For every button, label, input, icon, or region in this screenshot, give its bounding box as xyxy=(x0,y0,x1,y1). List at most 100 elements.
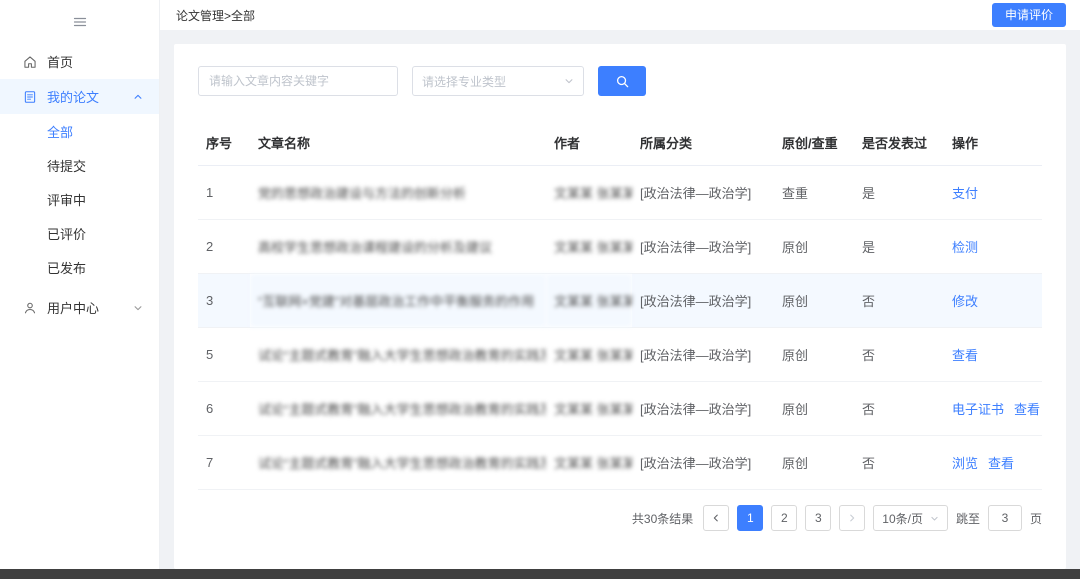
action-link-view[interactable]: 查看 xyxy=(988,456,1014,471)
page-size-value: 10条/页 xyxy=(882,511,923,526)
category-select-placeholder: 请选择专业类型 xyxy=(422,74,507,89)
action-link-edit[interactable]: 修改 xyxy=(952,294,978,309)
action-link-pay[interactable]: 支付 xyxy=(952,186,978,201)
cell-author: 文某某 张某某 xyxy=(546,273,632,328)
column-header: 操作 xyxy=(944,122,1042,166)
cell-title: 高校学生思想政治课程建设的分析及建议 xyxy=(250,219,546,274)
sidebar-item-label: 全部 xyxy=(47,124,74,140)
sidebar-item-all[interactable]: 全部 xyxy=(0,114,159,148)
pagination-next-button[interactable] xyxy=(839,505,866,531)
pagination-prev-button[interactable] xyxy=(703,505,730,531)
cell-originality: 查重 xyxy=(774,165,854,220)
apply-evaluation-button[interactable]: 申请评价 xyxy=(991,3,1066,27)
sidebar-item-label: 我的论文 xyxy=(47,90,100,105)
sidebar-item-label: 评审中 xyxy=(47,192,87,208)
cell-originality: 原创 xyxy=(774,327,854,382)
sidebar-item-label: 首页 xyxy=(47,55,74,70)
cell-actions: 修改 xyxy=(944,273,1042,328)
footer-bar xyxy=(0,569,1080,579)
sidebar-item-home[interactable]: 首页 xyxy=(0,44,159,79)
cell-originality: 原创 xyxy=(774,381,854,436)
sidebar-item-label: 待提交 xyxy=(47,158,87,174)
sidebar-item-evaluated[interactable]: 已评价 xyxy=(0,216,159,250)
cell-no: 6 xyxy=(198,381,250,436)
filter-bar: 请选择专业类型 xyxy=(198,66,1042,96)
cell-category: [政治法律—政治学] xyxy=(632,435,774,490)
main-area: 论文管理>全部 申请评价 请选择专业类型 xyxy=(160,0,1080,569)
cell-no: 7 xyxy=(198,435,250,490)
cell-no: 1 xyxy=(198,165,250,220)
cell-category: [政治法律—政治学] xyxy=(632,273,774,328)
table-row: 1 党的思想政治建设与方法的创新分析 文某某 张某某 [政治法律—政治学] 查重… xyxy=(198,165,1042,220)
sidebar-item-label: 已发布 xyxy=(47,260,87,276)
pagination-page-1[interactable]: 1 xyxy=(737,505,764,531)
papers-card: 请选择专业类型 xyxy=(174,44,1066,569)
action-link-view[interactable]: 查看 xyxy=(952,348,978,363)
cell-title: 试论“主题式教育”融入大学生思想政治教育的实践及路径 xyxy=(250,435,546,490)
cell-actions: 查看 xyxy=(944,327,1042,382)
cell-author: 文某某 张某某 xyxy=(546,435,632,490)
category-select[interactable]: 请选择专业类型 xyxy=(412,66,584,96)
action-link-detect[interactable]: 检测 xyxy=(952,240,978,255)
pagination-page-2[interactable]: 2 xyxy=(771,505,798,531)
cell-published: 否 xyxy=(854,327,944,382)
chevron-down-icon xyxy=(564,76,574,86)
action-link-browse[interactable]: 浏览 xyxy=(952,456,978,471)
action-link-certificate[interactable]: 电子证书 xyxy=(952,402,1004,417)
sidebar-item-user-center[interactable]: 用户中心 xyxy=(0,290,159,325)
cell-category: [政治法律—政治学] xyxy=(632,219,774,274)
cell-published: 是 xyxy=(854,219,944,274)
cell-no: 5 xyxy=(198,327,250,382)
user-icon xyxy=(22,300,38,316)
cell-author: 文某某 张某某 xyxy=(546,381,632,436)
cell-category: [政治法律—政治学] xyxy=(632,165,774,220)
keyword-input[interactable] xyxy=(198,66,398,96)
search-button[interactable] xyxy=(598,66,646,96)
column-header: 所属分类 xyxy=(632,122,774,166)
cell-published: 否 xyxy=(854,273,944,328)
cell-published: 否 xyxy=(854,435,944,490)
jump-page-input[interactable] xyxy=(987,505,1022,531)
sidebar-item-to-submit[interactable]: 待提交 xyxy=(0,148,159,182)
cell-title: 试论“主题式教育”融入大学生思想政治教育的实践及路径 xyxy=(250,327,546,382)
action-link-view[interactable]: 查看 xyxy=(1014,402,1040,417)
sidebar-item-published[interactable]: 已发布 xyxy=(0,250,159,284)
table-row: 7 试论“主题式教育”融入大学生思想政治教育的实践及路径 文某某 张某某 [政治… xyxy=(198,435,1042,490)
hamburger-menu-icon[interactable] xyxy=(72,14,88,30)
sidebar-item-my-papers[interactable]: 我的论文 xyxy=(0,79,159,114)
papers-table: 序号 文章名称 作者 所属分类 原创/查重 是否发表过 操作 1 党的思想政治建 xyxy=(198,122,1042,490)
column-header: 序号 xyxy=(198,122,250,166)
page-size-select[interactable]: 10条/页 xyxy=(873,505,948,531)
chevron-down-icon xyxy=(133,303,143,313)
column-header: 原创/查重 xyxy=(774,122,854,166)
cell-author: 文某某 张某某 xyxy=(546,327,632,382)
table-row: 5 试论“主题式教育”融入大学生思想政治教育的实践及路径 文某某 张某某 [政治… xyxy=(198,327,1042,382)
table-row: 3 “互联网+党建”对基层政治工作中平衡服务的作用 文某某 张某某 [政治法律—… xyxy=(198,273,1042,328)
table-header-row: 序号 文章名称 作者 所属分类 原创/查重 是否发表过 操作 xyxy=(198,122,1042,166)
sidebar-item-in-review[interactable]: 评审中 xyxy=(0,182,159,216)
document-icon xyxy=(22,89,38,105)
jump-label: 跳至 xyxy=(955,511,980,526)
cell-published: 是 xyxy=(854,165,944,220)
cell-originality: 原创 xyxy=(774,273,854,328)
search-icon xyxy=(615,74,630,89)
cell-no: 3 xyxy=(198,273,250,328)
top-bar: 论文管理>全部 申请评价 xyxy=(160,0,1080,30)
sidebar-item-label: 已评价 xyxy=(47,226,87,242)
pagination-page-3[interactable]: 3 xyxy=(805,505,832,531)
content-area: 请选择专业类型 xyxy=(160,30,1080,569)
sidebar: 首页 我的论文 全部 待提交 评审中 已评价 已发布 用户中心 xyxy=(0,0,160,569)
table-row: 6 试论“主题式教育”融入大学生思想政治教育的实践及路径 文某某 张某某 [政治… xyxy=(198,381,1042,436)
cell-author: 文某某 张某某 xyxy=(546,165,632,220)
chevron-down-icon xyxy=(930,514,939,523)
cell-originality: 原创 xyxy=(774,219,854,274)
cell-title: 党的思想政治建设与方法的创新分析 xyxy=(250,165,546,220)
cell-category: [政治法律—政治学] xyxy=(632,381,774,436)
column-header: 是否发表过 xyxy=(854,122,944,166)
home-icon xyxy=(22,54,38,70)
jump-suffix: 页 xyxy=(1029,511,1042,526)
cell-actions: 检测 xyxy=(944,219,1042,274)
pagination: 共30条结果 1 2 3 10条/页 跳至 3 页 xyxy=(198,505,1042,531)
column-header: 作者 xyxy=(546,122,632,166)
cell-no: 2 xyxy=(198,219,250,274)
